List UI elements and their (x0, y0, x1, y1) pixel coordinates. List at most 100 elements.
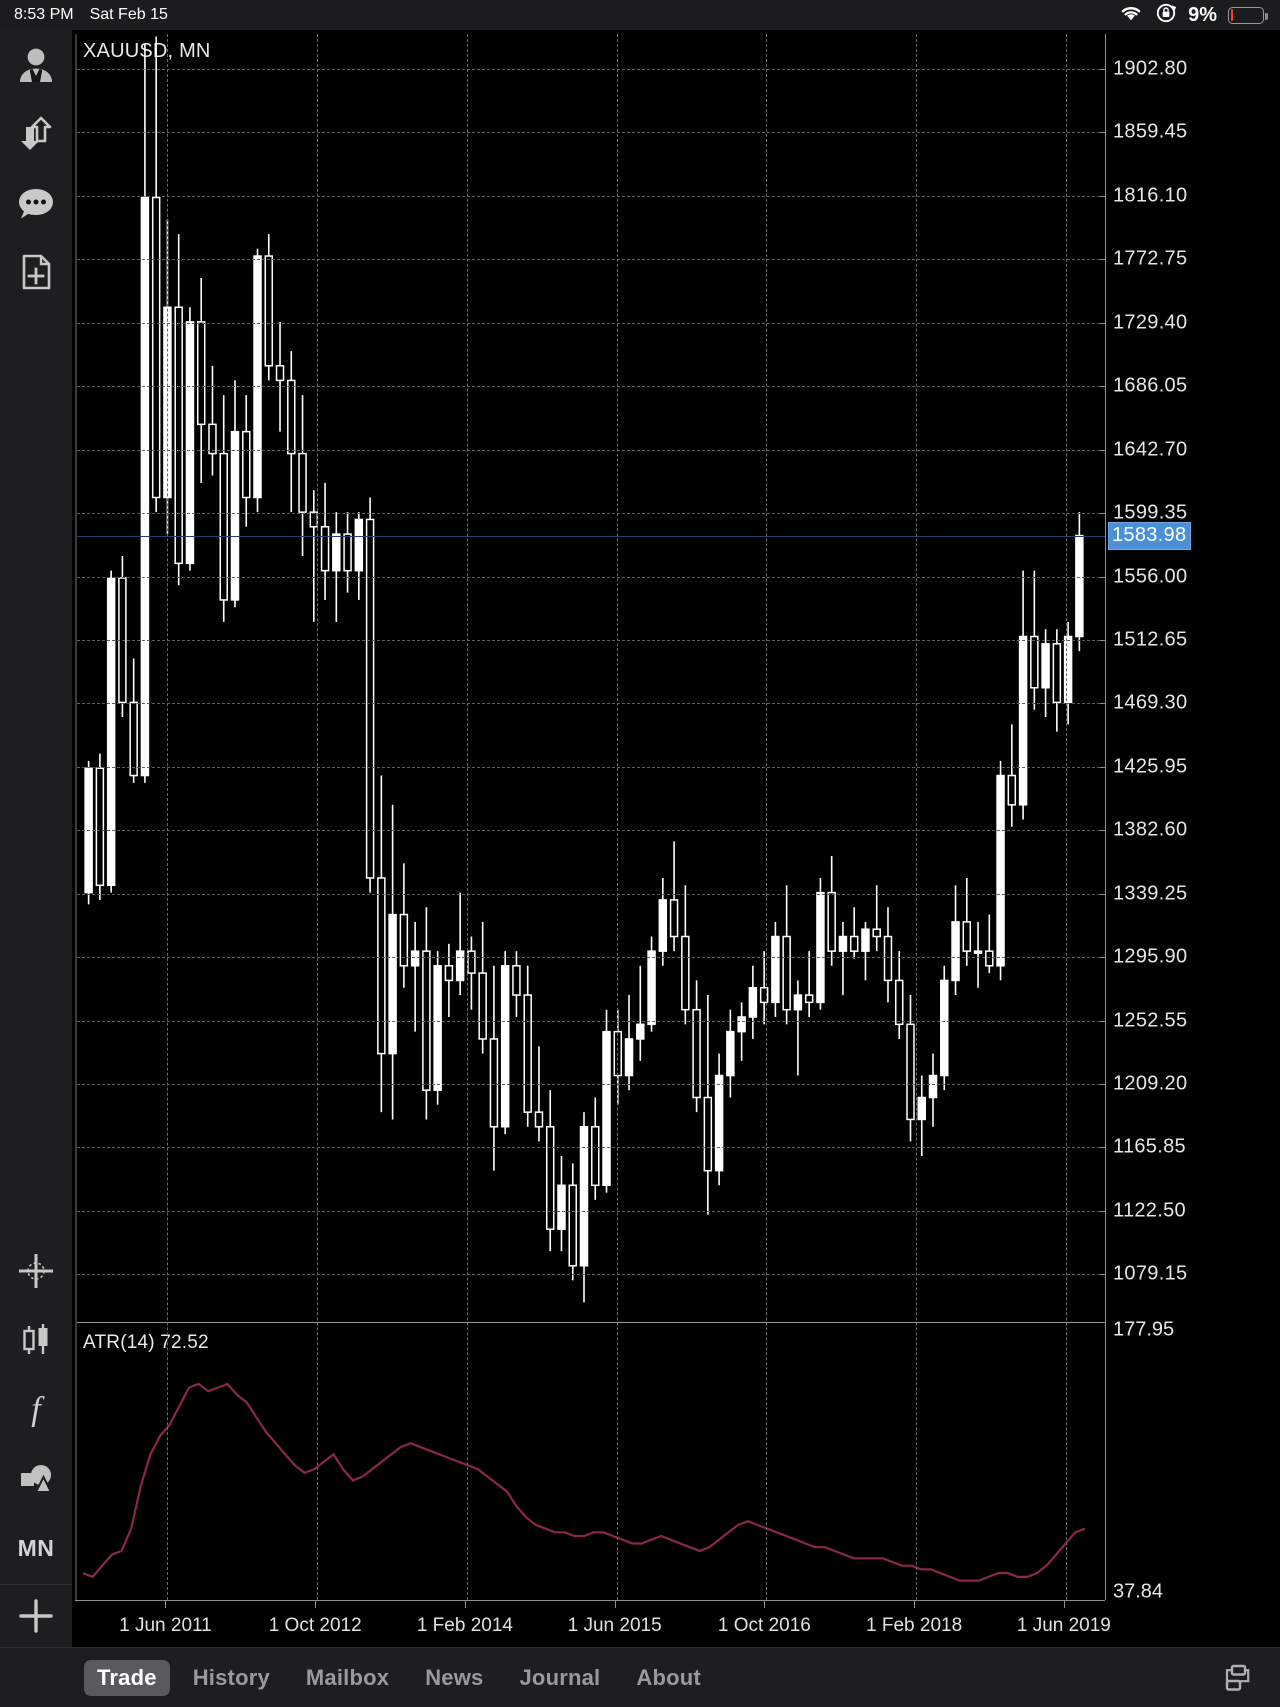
new-order-icon[interactable] (0, 237, 72, 306)
metatrader-chart-screen: 8:53 PM Sat Feb 15 9% f MN XAUUSD, MN AT… (0, 0, 1280, 1707)
candlestick (737, 1016, 746, 1033)
price-gridline (77, 132, 1105, 134)
price-tick (1100, 195, 1106, 197)
candlestick (455, 950, 465, 982)
chat-icon[interactable] (0, 168, 72, 237)
network-status-icon[interactable] (1216, 1663, 1250, 1693)
price-gridline (77, 449, 1105, 451)
price-gridline (77, 1020, 1105, 1022)
rotation-lock-icon (1155, 2, 1177, 29)
price-gridline (77, 386, 1105, 388)
date-tick-label: 1 Oct 2016 (717, 1615, 811, 1636)
candlestick (1041, 643, 1050, 689)
candlestick (230, 430, 240, 601)
candlestick (545, 1126, 555, 1230)
price-plot[interactable]: XAUUSD, MN ATR(14) 72.52 (75, 34, 1105, 1600)
chart-type-icon[interactable] (0, 1305, 72, 1374)
candlestick (410, 950, 420, 967)
price-tick-label: 1816.10 (1113, 184, 1188, 207)
date-gridline (1065, 34, 1067, 1600)
date-tick (315, 1601, 317, 1608)
date-tick-label: 1 Oct 2012 (268, 1615, 362, 1636)
indicators-icon[interactable]: f (0, 1374, 72, 1443)
price-gridline (77, 766, 1105, 768)
candlestick (591, 1126, 600, 1187)
candlestick (568, 1184, 577, 1267)
price-gridline (77, 1274, 1105, 1276)
price-tick-label: 1079.15 (1113, 1262, 1188, 1285)
accounts-icon[interactable] (0, 30, 72, 99)
candlestick (917, 1096, 926, 1121)
current-price-label: 1583.98 (1108, 521, 1192, 550)
candlestick (106, 577, 116, 887)
left-toolbar: f MN (0, 30, 72, 1647)
price-gridline (77, 322, 1105, 324)
ios-status-bar: 8:53 PM Sat Feb 15 9% (0, 0, 1280, 30)
tab-news[interactable]: News (412, 1660, 496, 1696)
atr-axis-tick (1100, 1322, 1106, 1323)
candlestick (647, 950, 656, 1026)
objects-icon[interactable] (0, 1443, 72, 1512)
candlestick (849, 935, 859, 952)
tab-mailbox[interactable]: Mailbox (293, 1660, 402, 1696)
candlestick (320, 526, 330, 572)
price-tick-label: 1859.45 (1113, 120, 1188, 143)
candlestick (377, 877, 386, 1055)
date-gridline (167, 34, 169, 1600)
tab-trade[interactable]: Trade (84, 1659, 170, 1696)
price-tick-label: 1295.90 (1113, 945, 1188, 968)
tab-history[interactable]: History (180, 1660, 283, 1696)
price-gridline (77, 69, 1105, 71)
date-gridline (766, 34, 768, 1600)
date-tick-label: 1 Feb 2018 (866, 1615, 963, 1636)
price-tick (1100, 766, 1106, 768)
price-tick-label: 1512.65 (1113, 628, 1188, 651)
date-tick (1063, 1601, 1065, 1608)
price-gridline (77, 576, 1105, 578)
candlestick (883, 935, 893, 982)
date-tick-label: 1 Jun 2019 (1016, 1615, 1111, 1636)
price-tick-label: 1902.80 (1113, 57, 1188, 80)
candlestick (388, 913, 397, 1055)
candlestick (1007, 774, 1017, 806)
price-gridline (77, 259, 1105, 261)
candlestick (557, 1184, 566, 1230)
battery-icon (1228, 6, 1268, 24)
chart-container[interactable]: XAUUSD, MN ATR(14) 72.52 1902.80 1859.45 1… (72, 30, 1280, 1647)
price-tick-label: 1122.50 (1113, 1199, 1186, 1222)
timeframe-label[interactable]: MN (0, 1512, 72, 1584)
candlestick (726, 1030, 735, 1077)
price-gridline (77, 195, 1105, 197)
price-tick-label: 1165.85 (1113, 1135, 1186, 1158)
tab-about[interactable]: About (623, 1660, 714, 1696)
current-price-line (77, 535, 1105, 537)
candlestick (242, 430, 251, 499)
price-gridline (77, 830, 1105, 832)
atr-line (82, 1382, 1086, 1582)
candlestick (287, 379, 296, 455)
tab-journal[interactable]: Journal (507, 1660, 614, 1696)
candlestick (928, 1074, 938, 1099)
candlestick (95, 767, 105, 887)
candlestick (748, 986, 758, 1018)
candlestick (602, 1030, 611, 1187)
date-axis: 1 Jun 2011 1 Oct 2012 1 Feb 2014 1 Jun 2015… (75, 1600, 1111, 1644)
price-tick (1100, 830, 1106, 832)
candlestick (264, 255, 274, 367)
price-tick-label: 1252.55 (1113, 1009, 1188, 1032)
price-tick (1100, 386, 1106, 388)
price-axis[interactable]: 1902.80 1859.45 1816.10 1772.75 1729.40 1686.… (1100, 34, 1280, 1603)
candlestick (636, 1023, 645, 1040)
crosshair-icon[interactable] (0, 1236, 72, 1305)
trade-icon[interactable] (0, 99, 72, 168)
price-gridline (77, 1084, 1105, 1086)
price-tick-label: 1729.40 (1113, 311, 1188, 334)
candlestick (219, 452, 228, 601)
price-tick-label: 1686.05 (1113, 374, 1188, 397)
candlestick (838, 935, 848, 952)
candlestick (951, 921, 960, 982)
plus-icon[interactable] (0, 1585, 72, 1647)
status-time: 8:53 PM (14, 6, 74, 23)
price-tick (1100, 1084, 1106, 1086)
date-gridline (616, 34, 618, 1600)
